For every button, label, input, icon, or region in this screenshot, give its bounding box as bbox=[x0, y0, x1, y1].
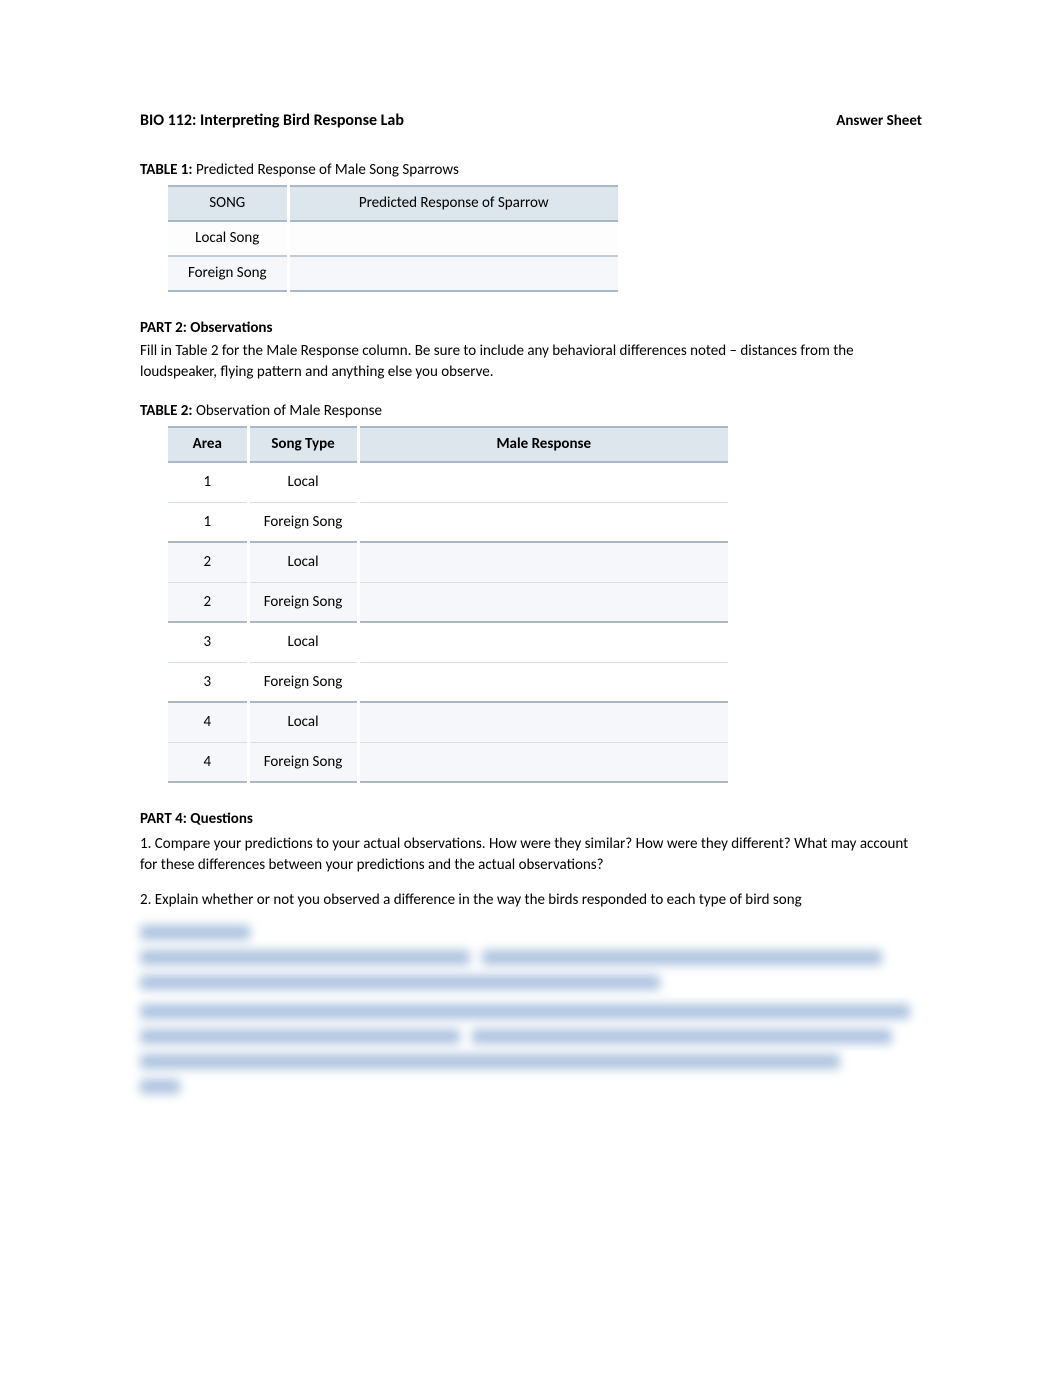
blur-line bbox=[140, 975, 922, 990]
table2-cell-area: 1 bbox=[168, 462, 248, 502]
table-row: 2 Local bbox=[168, 542, 728, 582]
table2-header-row: Area Song Type Male Response bbox=[168, 427, 728, 462]
table2-cell-area: 4 bbox=[168, 742, 248, 782]
table2-cell-type: Local bbox=[248, 622, 358, 662]
blur-chunk bbox=[140, 950, 470, 965]
table2-cell-response[interactable] bbox=[358, 622, 728, 662]
blur-chunk bbox=[140, 975, 660, 990]
questions-block: 1. Compare your predictions to your actu… bbox=[140, 834, 922, 911]
table2-cell-area: 4 bbox=[168, 702, 248, 742]
table2-caption: TABLE 2: Observation of Male Response bbox=[140, 401, 922, 422]
table1-header-row: SONG Predicted Response of Sparrow bbox=[168, 186, 618, 221]
blur-line bbox=[140, 1054, 922, 1069]
blur-chunk bbox=[140, 1054, 840, 1069]
table2-cell-response[interactable] bbox=[358, 742, 728, 782]
table2-cell-response[interactable] bbox=[358, 502, 728, 542]
table2-header-songtype: Song Type bbox=[248, 427, 358, 462]
table1-cell-response[interactable] bbox=[288, 256, 618, 291]
question-1: 1. Compare your predictions to your actu… bbox=[140, 834, 922, 876]
table1-container: SONG Predicted Response of Sparrow Local… bbox=[168, 185, 922, 292]
blur-line bbox=[140, 1029, 922, 1044]
table1-header-response: Predicted Response of Sparrow bbox=[288, 186, 618, 221]
table1: SONG Predicted Response of Sparrow Local… bbox=[168, 185, 618, 292]
document-title: BIO 112: Interpreting Bird Response Lab bbox=[140, 110, 404, 132]
table-row: Foreign Song bbox=[168, 256, 618, 291]
answer-sheet-label: Answer Sheet bbox=[836, 111, 922, 132]
blur-chunk bbox=[140, 925, 250, 940]
table-row: 2 Foreign Song bbox=[168, 582, 728, 622]
table-row: Local Song bbox=[168, 221, 618, 256]
part2-text: Fill in Table 2 for the Male Response co… bbox=[140, 341, 922, 383]
blur-line bbox=[140, 925, 922, 940]
blur-chunk bbox=[472, 1029, 892, 1044]
part4-heading: PART 4: Questions bbox=[140, 809, 922, 830]
table2-header-response: Male Response bbox=[358, 427, 728, 462]
table2-caption-bold: TABLE 2: bbox=[140, 402, 193, 420]
blur-chunk bbox=[482, 950, 882, 965]
table2-cell-area: 2 bbox=[168, 542, 248, 582]
blur-line bbox=[140, 1004, 922, 1019]
table2-cell-area: 2 bbox=[168, 582, 248, 622]
table2-cell-type: Foreign Song bbox=[248, 502, 358, 542]
question-2: 2. Explain whether or not you observed a… bbox=[140, 890, 922, 911]
table-row: 1 Local bbox=[168, 462, 728, 502]
table2: Area Song Type Male Response 1 Local 1 F… bbox=[168, 426, 728, 783]
table1-caption-text: Predicted Response of Male Song Sparrows bbox=[193, 161, 459, 179]
blur-line bbox=[140, 1079, 922, 1094]
table2-cell-response[interactable] bbox=[358, 582, 728, 622]
table2-cell-type: Local bbox=[248, 702, 358, 742]
table2-header-area: Area bbox=[168, 427, 248, 462]
table1-caption-bold: TABLE 1: bbox=[140, 161, 193, 179]
table2-cell-type: Foreign Song bbox=[248, 662, 358, 702]
table-row: 1 Foreign Song bbox=[168, 502, 728, 542]
table1-header-song: SONG bbox=[168, 186, 288, 221]
table2-cell-type: Foreign Song bbox=[248, 582, 358, 622]
table2-cell-type: Foreign Song bbox=[248, 742, 358, 782]
blur-chunk bbox=[140, 1004, 910, 1019]
table-row: 3 Local bbox=[168, 622, 728, 662]
table2-cell-response[interactable] bbox=[358, 462, 728, 502]
table2-cell-type: Local bbox=[248, 462, 358, 502]
table2-cell-response[interactable] bbox=[358, 702, 728, 742]
blurred-content bbox=[140, 925, 922, 1094]
blur-line bbox=[140, 950, 922, 965]
table1-cell-response[interactable] bbox=[288, 221, 618, 256]
table2-container: Area Song Type Male Response 1 Local 1 F… bbox=[168, 426, 922, 783]
table2-caption-text: Observation of Male Response bbox=[193, 402, 382, 420]
document-header: BIO 112: Interpreting Bird Response Lab … bbox=[140, 110, 922, 132]
table1-cell-song: Foreign Song bbox=[168, 256, 288, 291]
blur-chunk bbox=[140, 1079, 180, 1094]
table1-cell-song: Local Song bbox=[168, 221, 288, 256]
table2-cell-response[interactable] bbox=[358, 542, 728, 582]
table-row: 3 Foreign Song bbox=[168, 662, 728, 702]
table2-cell-area: 3 bbox=[168, 662, 248, 702]
table2-cell-area: 3 bbox=[168, 622, 248, 662]
table-row: 4 Foreign Song bbox=[168, 742, 728, 782]
table2-cell-area: 1 bbox=[168, 502, 248, 542]
table2-cell-type: Local bbox=[248, 542, 358, 582]
table1-caption: TABLE 1: Predicted Response of Male Song… bbox=[140, 160, 922, 181]
table-row: 4 Local bbox=[168, 702, 728, 742]
blur-chunk bbox=[140, 1029, 460, 1044]
table2-cell-response[interactable] bbox=[358, 662, 728, 702]
part2-heading: PART 2: Observations bbox=[140, 318, 922, 339]
